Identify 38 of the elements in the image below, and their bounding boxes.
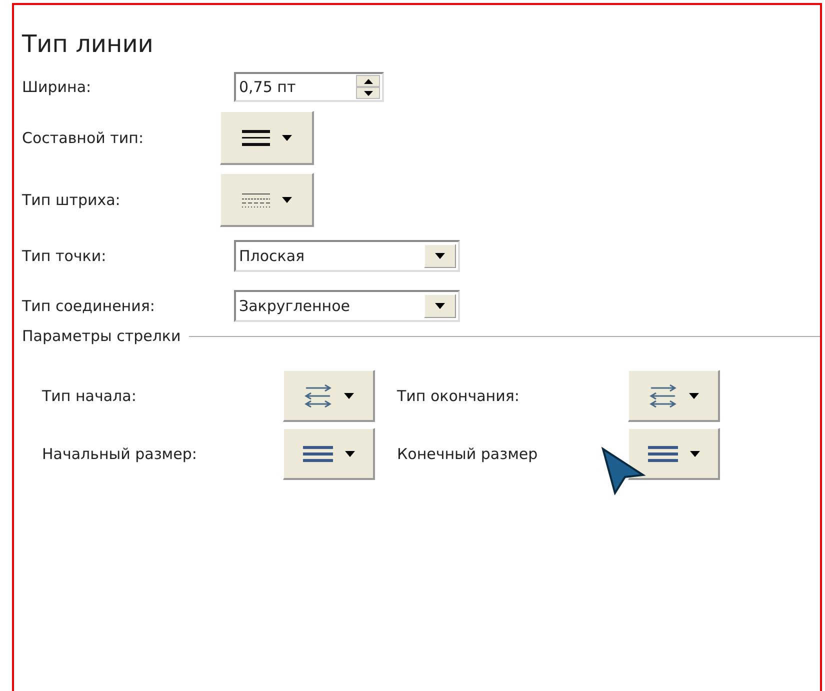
caret-icon <box>688 392 698 398</box>
field-label: Конечный размер <box>396 445 539 463</box>
line-style-button[interactable] <box>220 111 314 165</box>
line-style-button[interactable] <box>220 173 314 227</box>
up-arrow-icon <box>364 78 372 84</box>
dash-style-icon <box>242 192 270 208</box>
caret-icon <box>344 392 354 398</box>
panel-title: Тип линии <box>22 29 154 59</box>
field-label: Ширина: <box>22 78 92 96</box>
dropdown-button[interactable] <box>424 244 456 268</box>
line-weight-icon <box>648 444 678 462</box>
field-label: Начальный размер: <box>42 445 198 463</box>
spinner-field[interactable]: 0,75 пт <box>234 72 384 102</box>
caret-icon <box>344 450 354 456</box>
field-label: Тип окончания: <box>396 387 520 405</box>
field-label: Тип точки: <box>22 247 108 265</box>
line-style-button[interactable] <box>628 428 720 480</box>
field-label: Тип начала: <box>42 387 138 405</box>
caret-icon <box>690 450 700 456</box>
dropdown-button[interactable] <box>424 294 456 318</box>
line-style-button[interactable] <box>283 428 375 480</box>
line-weight-icon <box>302 444 332 462</box>
section-title: Параметры стрелки <box>22 327 181 345</box>
caret-icon <box>435 253 445 259</box>
arrow-style-icon <box>304 384 332 408</box>
caret-icon <box>282 196 292 202</box>
caret-icon <box>435 303 445 309</box>
caret-icon <box>282 134 292 140</box>
dropdown-field[interactable]: Плоская <box>234 240 460 272</box>
spin-down-button[interactable] <box>356 87 380 99</box>
spin-up-button[interactable] <box>356 75 380 87</box>
line-style-icon <box>242 128 270 146</box>
field-label: Составной тип: <box>22 129 145 147</box>
field-label: Тип штриха: <box>22 191 122 209</box>
arrow-style-icon <box>648 384 676 408</box>
down-arrow-icon <box>364 90 372 96</box>
dropdown-field[interactable]: Закругленное <box>234 290 460 322</box>
field-label: Тип соединения: <box>22 297 156 315</box>
